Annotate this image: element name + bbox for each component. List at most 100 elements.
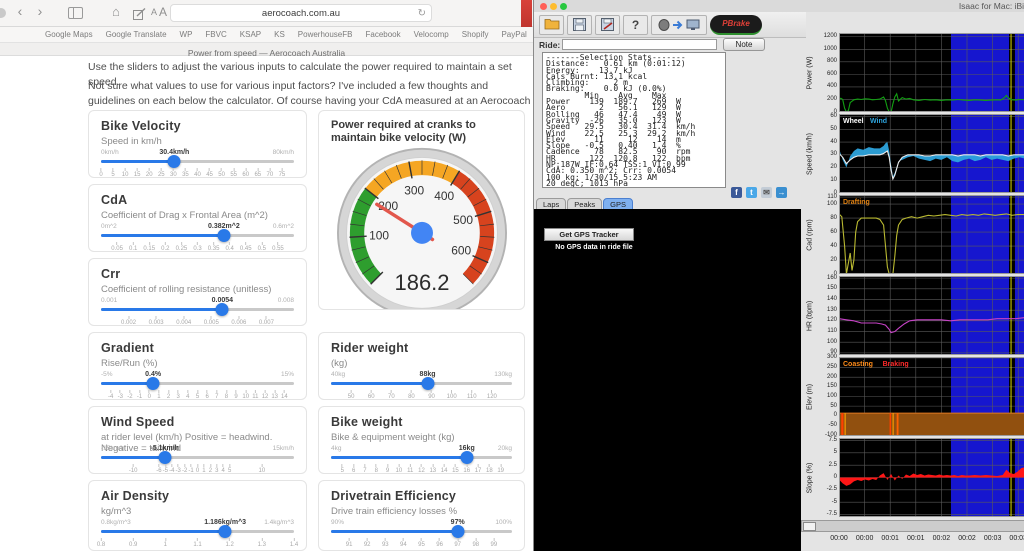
slider-thumb[interactable]	[218, 525, 232, 538]
slider-thumb[interactable]	[421, 377, 435, 390]
slider[interactable]: 0km/h 80km/h 30.4km/h 0 5 10 15 20 25 30 35 40 45 50 5…	[99, 149, 294, 178]
tick-mark	[443, 464, 445, 467]
minimize-window-icon[interactable]	[550, 3, 557, 10]
note-button[interactable]: Note	[723, 38, 765, 51]
bookmark-item[interactable]: Shopify	[462, 30, 489, 39]
tick-mark	[269, 168, 271, 171]
bookmark-item[interactable]: PowerhouseFB	[298, 30, 353, 39]
tick-label: 0.45	[239, 246, 252, 252]
compose-icon[interactable]	[133, 7, 146, 25]
slider-fill	[331, 382, 428, 385]
share-icon[interactable]: →	[776, 187, 787, 198]
slider-thumb[interactable]	[167, 155, 181, 168]
slider-track[interactable]	[101, 525, 294, 538]
slider[interactable]: 0.001 0.008 0.0054 0.002 0.003 0.004 0.005 0.00…	[101, 297, 294, 325]
bookmark-item[interactable]: Google Translate	[106, 30, 167, 39]
slider-track[interactable]	[101, 377, 294, 390]
slider-ticks: 0 5 10 15 20 25 30 35 40 45 50 55 60 65 70 75	[99, 168, 294, 178]
slider-fill	[101, 530, 226, 533]
text-size-decrease[interactable]: A	[151, 7, 157, 17]
chart-scrollbar[interactable]	[801, 520, 1024, 532]
bookmark-item[interactable]: PayPal	[501, 30, 526, 39]
twitter-icon[interactable]: t	[746, 187, 757, 198]
slider-max-label: 0.008	[277, 297, 294, 304]
slider-track[interactable]	[331, 377, 512, 390]
bookmark-item[interactable]: KSAP	[240, 30, 261, 39]
slider-thumb[interactable]	[217, 229, 231, 242]
chart-slope[interactable]	[839, 438, 1024, 517]
pbrake-logo-button[interactable]: PBrake	[710, 14, 762, 35]
chart-power[interactable]	[839, 33, 1024, 112]
tick-label: 0.5	[257, 246, 266, 252]
facebook-icon[interactable]: f	[731, 187, 742, 198]
back-button[interactable]: ‹	[12, 3, 28, 19]
slider[interactable]: 40kg 130kg 88kg 50 60 70 80 90 100 110 120	[331, 371, 512, 399]
slider-track[interactable]	[101, 303, 294, 316]
tick-label: 60	[242, 172, 250, 178]
get-gps-tracker-button[interactable]: Get GPS Tracker	[544, 228, 634, 241]
window-control[interactable]	[0, 8, 6, 18]
slider-tick: 97	[454, 538, 461, 548]
slider-track[interactable]	[101, 229, 294, 242]
email-icon[interactable]: ✉	[761, 187, 772, 198]
slider-track[interactable]	[101, 451, 294, 464]
scrollbar-thumb[interactable]	[803, 522, 816, 531]
slider-tick: 1.4	[290, 538, 298, 548]
bookmark-item[interactable]: Facebook	[365, 30, 400, 39]
chart-elev[interactable]: Coasting Braking	[839, 357, 1024, 436]
slider-track[interactable]	[101, 155, 294, 168]
home-icon[interactable]: ⌂	[112, 4, 120, 19]
y-tick-label: 30	[830, 151, 837, 158]
slider-track[interactable]	[331, 525, 512, 538]
tick-label: 0.2	[161, 246, 170, 252]
save-button[interactable]	[567, 14, 592, 35]
slider-thumb[interactable]	[451, 525, 465, 538]
share-icons: f t ✉ →	[731, 187, 787, 198]
slider-thumb[interactable]	[215, 303, 229, 316]
slider-track[interactable]	[331, 451, 512, 464]
help-button[interactable]: ?	[623, 14, 648, 35]
bookmark-item[interactable]: Velocomp	[414, 30, 449, 39]
slider[interactable]: 90% 100% 97% 91 92 93 94 95 96 97 98 99	[331, 519, 512, 548]
slider[interactable]: 0.8kg/m^3 1.4kg/m^3 1.186kg/m^3 0.8 0.9 1 1.1 1…	[97, 519, 298, 548]
slider[interactable]: 4kg 20kg 16kg 5 6 7 8 9 10 11 12 13 14 15 16 17 18 19	[331, 445, 512, 473]
chart-cad[interactable]: Drafting	[839, 195, 1024, 274]
forward-button[interactable]: ›	[32, 3, 48, 19]
slider-tick: 35	[182, 168, 189, 177]
save-as-button[interactable]	[595, 14, 620, 35]
slider-tick: 0.15	[143, 242, 155, 251]
download-to-computer-button[interactable]	[651, 14, 707, 35]
slider-title: Air Density	[101, 489, 170, 503]
chart-speed[interactable]: Wheel Wind	[839, 114, 1024, 193]
tick-mark	[293, 538, 295, 541]
tick-mark	[116, 242, 118, 245]
close-window-icon[interactable]	[540, 3, 547, 10]
tab-overview-icon[interactable]	[68, 7, 83, 19]
bookmark-item[interactable]: WP	[180, 30, 193, 39]
slider[interactable]: 0m^2 0.6m^2 0.382m^2 0.05 0.1 0.15 0.2 0.25 0.3 0…	[101, 223, 294, 251]
slider[interactable]: -15km/h 15km/h -5.1km/h -10 -6 -5 -4 -3 -2 -1 0 1 2 3…	[101, 445, 294, 473]
ride-name-input[interactable]	[562, 39, 717, 50]
zoom-window-icon[interactable]	[560, 3, 567, 10]
slider-thumb[interactable]	[460, 451, 474, 464]
tick-label: 60	[367, 394, 375, 400]
slider[interactable]: -5% 15% 0.4% -4 -3 -2 -1 0 1 2 3 4 5 6 7 8 9 10 11 12 13 14	[101, 371, 294, 399]
tab-title[interactable]: Power from speed — Aerocoach Australia	[188, 48, 345, 58]
tick-mark	[183, 316, 185, 319]
slider-tick: 15	[134, 168, 141, 177]
y-tick-label: 300	[826, 354, 837, 361]
open-file-button[interactable]	[539, 14, 564, 35]
slider-thumb[interactable]	[158, 451, 172, 464]
bookmark-item[interactable]: KS	[274, 30, 285, 39]
address-bar[interactable]: aerocoach.com.au ↻	[170, 4, 432, 22]
chart-hr[interactable]	[839, 276, 1024, 355]
text-size-increase[interactable]: A	[159, 5, 167, 19]
tick-label: 10	[258, 468, 266, 474]
bookmark-item[interactable]: Google Maps	[45, 30, 93, 39]
reload-icon[interactable]: ↻	[418, 5, 426, 22]
bookmark-item[interactable]: FBVC	[205, 30, 226, 39]
y-tick-label: 80	[830, 214, 837, 221]
tick-mark	[229, 464, 231, 467]
slider-thumb[interactable]	[146, 377, 160, 390]
tick-label: -1	[188, 468, 194, 474]
